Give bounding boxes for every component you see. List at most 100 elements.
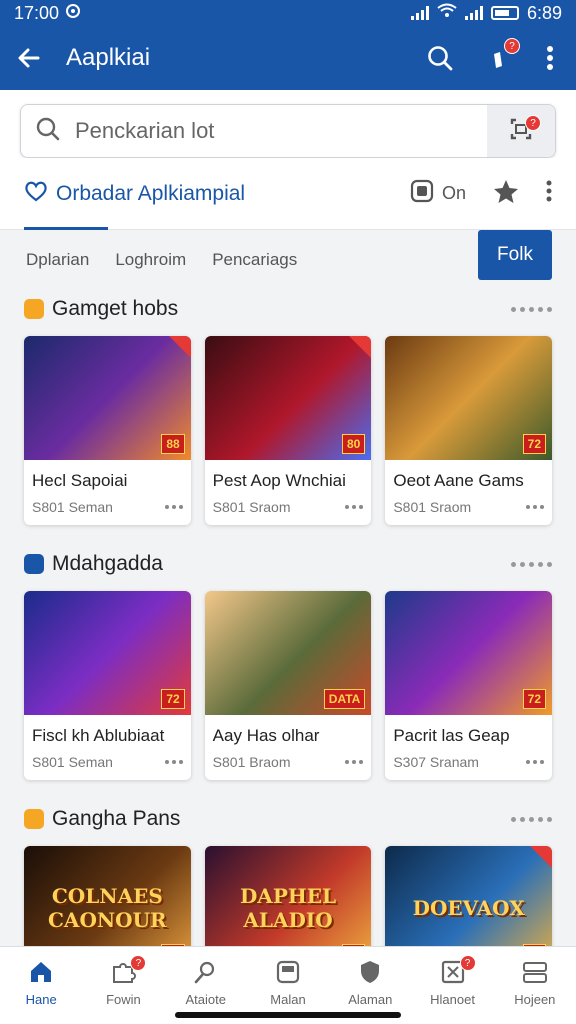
tab-more-icon[interactable]	[546, 180, 552, 207]
chip-2[interactable]: Loghroim	[115, 250, 186, 270]
rating-tag: 80	[341, 434, 366, 454]
box-icon: ?	[440, 955, 476, 988]
app-name: Aay Has olhar	[212, 726, 320, 745]
game-logo: DAPHEL ALADIO	[239, 884, 337, 932]
search-field-icon	[35, 116, 61, 147]
section-3: Gangha Pans COLNAES CAONOUR 88 DAPHEL AL…	[0, 802, 576, 970]
puzzle-icon: ?	[110, 955, 147, 988]
toggle-icon	[410, 179, 434, 208]
nav-label: Alaman	[348, 992, 393, 1007]
home-icon	[28, 959, 54, 988]
app-card[interactable]: DATA Aay Has olhar S801 Braom	[204, 591, 372, 780]
app-artwork: DATA	[204, 591, 372, 715]
app-artwork: 72	[385, 336, 553, 460]
search-area: ?	[0, 90, 576, 158]
battery-time: 6:89	[526, 2, 562, 23]
nav-label: Hlanoet	[430, 992, 475, 1007]
section-more-icon[interactable]	[511, 816, 552, 822]
nav-label: Hojeen	[514, 992, 556, 1007]
filter-chips: Dplarian Loghroim Pencariags Folk	[0, 230, 576, 290]
nav-label: Ataiote	[185, 992, 226, 1007]
nav-hlanoet[interactable]: ? Hlanoet	[418, 955, 488, 1007]
back-arrow-icon[interactable]	[16, 45, 42, 71]
search-icon[interactable]	[426, 44, 454, 72]
app-title: Aaplkiai	[66, 44, 151, 71]
shield-icon	[357, 959, 383, 988]
pin-icon[interactable]	[492, 178, 520, 209]
nav-badge: ?	[459, 955, 476, 971]
battery-icon	[490, 6, 519, 20]
nav-malan[interactable]: Malan	[253, 959, 323, 1007]
app-meta: S801 Braom	[212, 754, 291, 770]
scan-button[interactable]: ?	[487, 105, 555, 157]
fire-icon	[24, 299, 44, 319]
nav-label: Malan	[270, 992, 306, 1007]
section-2: Mdahgadda 72 Fiscl kh Ablubiaat S801 Sem…	[0, 547, 576, 780]
section-more-icon[interactable]	[511, 306, 552, 312]
game-logo: COLNAES CAONOUR	[48, 884, 167, 932]
badge-icon	[24, 554, 44, 574]
nav-label: Hane	[25, 992, 57, 1007]
rating-tag: 72	[522, 434, 547, 454]
chip-3[interactable]: Pencariags	[212, 250, 297, 270]
app-artwork: 72	[385, 591, 553, 715]
toggle-on[interactable]: On	[410, 179, 466, 208]
app-name: Oeot Aane Gams	[393, 471, 524, 490]
section-title: Gangha Pans	[52, 807, 181, 830]
follow-button[interactable]: Folk	[478, 230, 552, 280]
nav-hojeen[interactable]: Hojeen	[500, 959, 570, 1007]
card-more-icon[interactable]	[526, 505, 545, 509]
heart-icon	[24, 180, 48, 208]
app-bar: Aaplkiai ?	[0, 26, 576, 90]
notification-icon[interactable]: ?	[488, 38, 520, 72]
rating-tag: 72	[522, 689, 547, 709]
search-user-icon	[193, 959, 219, 988]
app-card[interactable]: 80 Pest Aop Wnchiai S801 Sraom	[204, 336, 372, 525]
signal-icon	[410, 6, 429, 20]
nav-label: Fowin	[106, 992, 141, 1007]
card-more-icon[interactable]	[164, 760, 183, 764]
section-more-icon[interactable]	[511, 561, 552, 567]
nav-home[interactable]: Hane	[6, 959, 76, 1007]
app-card[interactable]: 88 Hecl Sapoiai S801 Seman	[24, 336, 191, 525]
home-indicator	[175, 1012, 401, 1018]
app-card[interactable]: 72 Fiscl kh Ablubiaat S801 Seman	[24, 591, 191, 780]
more-vert-icon[interactable]	[546, 45, 554, 71]
rating-tag: 72	[161, 689, 185, 709]
bottom-nav: Hane ? Fowin Ataiote Malan Alaman ? Hlan…	[0, 946, 576, 1024]
app-name: Fiscl kh Ablubiaat	[32, 726, 165, 745]
app-artwork: 80	[204, 336, 372, 460]
wifi-icon	[437, 3, 457, 24]
toggle-label: On	[441, 183, 466, 203]
chip-1[interactable]: Dplarian	[26, 250, 89, 270]
nav-ataiote[interactable]: Ataiote	[171, 959, 241, 1007]
bag-icon	[275, 959, 301, 988]
sync-icon	[65, 3, 81, 24]
search-input[interactable]	[75, 118, 473, 144]
nav-alaman[interactable]: Alaman	[335, 959, 405, 1007]
tab-header: Orbadar Aplkiampial On	[0, 158, 576, 230]
nav-badge: ?	[130, 955, 147, 971]
menu-icon	[521, 959, 549, 988]
status-bar: 17:00 6:89	[0, 0, 576, 26]
card-more-icon[interactable]	[345, 760, 364, 764]
app-meta: S801 Seman	[32, 754, 113, 770]
scan-badge: ?	[525, 115, 541, 131]
app-artwork: 88	[24, 336, 191, 460]
app-card[interactable]: 72 Pacrit las Geap S307 Sranam	[385, 591, 553, 780]
app-name: Pest Aop Wnchiai	[212, 471, 346, 490]
section-1: Gamget hobs 88 Hecl Sapoiai S801 Seman 8…	[0, 292, 576, 525]
notification-badge: ?	[504, 38, 520, 54]
app-card[interactable]: 72 Oeot Aane Gams S801 Sraom	[385, 336, 553, 525]
tab-main-label: Orbadar Aplkiampial	[56, 181, 246, 205]
tab-main[interactable]: Orbadar Aplkiampial	[24, 180, 410, 208]
app-name: Pacrit las Geap	[393, 726, 510, 745]
nav-fowin[interactable]: ? Fowin	[88, 955, 158, 1007]
top-bar: 17:00 6:89 Aaplkiai ?	[0, 0, 576, 90]
card-more-icon[interactable]	[526, 760, 545, 764]
card-more-icon[interactable]	[164, 505, 183, 509]
rating-tag: 88	[161, 434, 185, 454]
card-more-icon[interactable]	[345, 505, 364, 509]
rating-tag: DATA	[323, 689, 366, 709]
search-bar: ?	[20, 104, 556, 158]
